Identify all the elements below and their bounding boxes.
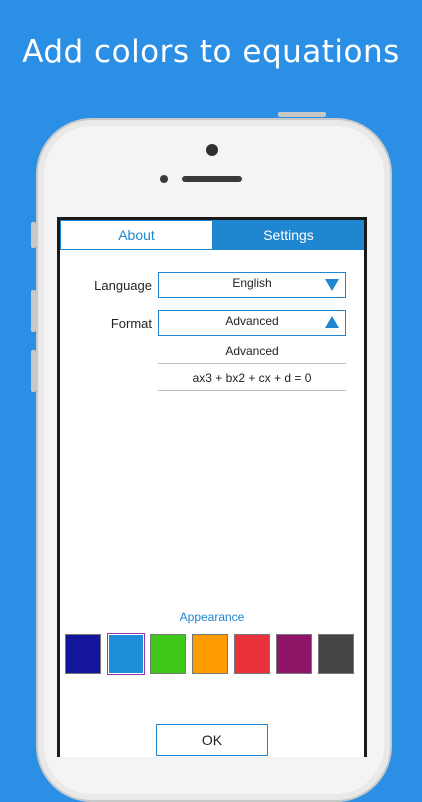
color-swatch-purple[interactable] (276, 634, 312, 674)
format-label: Format (110, 316, 152, 331)
color-swatch-green[interactable] (150, 634, 186, 674)
language-value: English (232, 276, 272, 290)
proximity-sensor (160, 175, 168, 183)
color-swatch-gray[interactable] (318, 634, 354, 674)
volume-down-button (31, 350, 36, 392)
volume-up-button (31, 290, 36, 332)
language-select[interactable]: English (158, 272, 346, 298)
app-view: About Settings Language English Format A… (60, 220, 364, 757)
tab-settings[interactable]: Settings (213, 220, 364, 250)
phone-screen: About Settings Language English Format A… (57, 217, 367, 757)
color-swatches (65, 633, 361, 676)
mute-switch (31, 222, 36, 248)
color-swatch-red[interactable] (234, 634, 270, 674)
chevron-down-icon (325, 279, 339, 291)
front-camera (206, 144, 218, 156)
power-button (278, 112, 326, 117)
format-select[interactable]: Advanced (158, 310, 346, 336)
language-label: Language (94, 278, 152, 293)
appearance-title: Appearance (179, 610, 245, 624)
chevron-up-icon (325, 316, 339, 328)
format-value: Advanced (225, 314, 279, 328)
earpiece-speaker (182, 176, 242, 182)
tab-bar: About Settings (60, 220, 364, 250)
tab-about[interactable]: About (60, 220, 213, 250)
color-swatch-blue[interactable] (107, 633, 145, 675)
format-option-advanced[interactable]: Advanced (158, 338, 346, 364)
color-swatch-navy[interactable] (65, 634, 101, 674)
format-option-equation[interactable]: ax3 + bx2 + cx + d = 0 (158, 365, 346, 391)
color-swatch-orange[interactable] (192, 634, 228, 674)
ok-button[interactable]: OK (156, 724, 268, 756)
promo-headline: Add colors to equations (22, 34, 400, 70)
